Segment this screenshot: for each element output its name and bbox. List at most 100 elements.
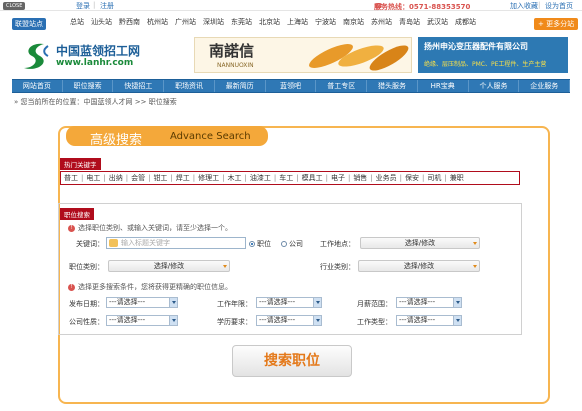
hot-keyword-link[interactable]: 车工 — [279, 173, 293, 183]
education-select[interactable]: ---请选择--- — [256, 315, 322, 326]
city-link[interactable]: 广州站 — [175, 18, 196, 26]
hot-keyword-link[interactable]: 油漆工 — [250, 173, 271, 183]
city-link[interactable]: 黔西南 — [119, 18, 140, 26]
nav-item[interactable]: 蓝领吧 — [266, 80, 317, 92]
industry-select[interactable]: 选择/修改 — [358, 260, 480, 272]
nav-item[interactable]: 职位搜索 — [63, 80, 114, 92]
hot-keyword-link[interactable]: 保安 — [405, 173, 419, 183]
divider: | — [148, 174, 151, 182]
city-link[interactable]: 东莞站 — [231, 18, 252, 26]
hot-keyword-link[interactable]: 司机 — [427, 173, 441, 183]
hot-keyword-link[interactable]: 业务员 — [376, 173, 397, 183]
work-years-select[interactable]: ---请选择--- — [256, 297, 322, 308]
hot-keyword-link[interactable]: 出纳 — [109, 173, 123, 183]
city-link[interactable]: 苏州站 — [371, 18, 392, 26]
nav-item[interactable]: HR宝典 — [418, 80, 469, 92]
radio-icon — [281, 241, 287, 247]
ad-banner-nannuoxin[interactable]: 南諾信 NANNUOXIN — [194, 37, 412, 73]
select-label: 选择/修改 — [404, 239, 436, 247]
tip-more: ! 选择更多搜索条件，您将获得更精确的职位信息。 — [68, 282, 232, 292]
city-link[interactable]: 南京站 — [343, 18, 364, 26]
select-value: ---请选择--- — [109, 298, 146, 306]
hot-keywords-label: 热门关键字 — [60, 158, 101, 170]
hot-keyword-link[interactable]: 电工 — [86, 173, 100, 183]
job-search-label: 职位搜索 — [60, 208, 94, 220]
favorite-link[interactable]: 加入收藏 — [510, 1, 538, 11]
warning-icon: ! — [68, 283, 75, 291]
ad2-subtitle: 绝缘、层压制品、PMC、PE工程件、生产主营 — [424, 61, 547, 68]
hot-keyword-link[interactable]: 木工 — [228, 173, 242, 183]
hotline-text: 服务热线：0571-88353570 — [374, 3, 471, 11]
chevron-down-icon — [453, 316, 461, 325]
keyword-input[interactable]: 输入标题关键字 — [106, 237, 246, 249]
city-link[interactable]: 宁波站 — [315, 18, 336, 26]
select-value: ---请选择--- — [109, 316, 146, 324]
hot-keyword-link[interactable]: 焊工 — [176, 173, 190, 183]
ad1-subtitle: NANNUOXIN — [217, 62, 254, 69]
job-kind-select[interactable]: ---请选择--- — [396, 315, 462, 326]
city-link[interactable]: 深圳站 — [203, 18, 224, 26]
job-type-select[interactable]: 选择/修改 — [108, 260, 230, 272]
city-link[interactable]: 武汉站 — [427, 18, 448, 26]
radio-icon — [249, 241, 255, 247]
keyword-placeholder: 输入标题关键字 — [121, 239, 170, 247]
ad-banner-shenqin[interactable]: 扬州申沁变压器配件有限公司 绝缘、层压制品、PMC、PE工程件、生产主营 — [418, 37, 568, 73]
dropdown-arrow-icon — [223, 265, 227, 268]
register-link[interactable]: 注册 — [100, 1, 114, 11]
nav-item[interactable]: 最新简历 — [215, 80, 266, 92]
select-value: ---请选择--- — [399, 316, 436, 324]
nav-item[interactable]: 快捷招工 — [113, 80, 165, 92]
hot-keyword-link[interactable]: 修理工 — [198, 173, 219, 183]
nav-item[interactable]: 猎头服务 — [367, 80, 418, 92]
radio-company[interactable]: 公司 — [281, 239, 303, 249]
search-jobs-button[interactable]: 搜索职位 — [232, 345, 352, 377]
company-type-label: 公司性质： — [69, 318, 104, 326]
hot-keyword-link[interactable]: 模具工 — [302, 173, 323, 183]
work-place-select[interactable]: 选择/修改 — [360, 237, 480, 249]
hot-keyword-link[interactable]: 兼职 — [450, 173, 464, 183]
city-link[interactable]: 北京站 — [259, 18, 280, 26]
plus-icon: + — [538, 20, 544, 28]
city-link[interactable]: 总站 — [70, 18, 84, 26]
nav-item[interactable]: 个人服务 — [469, 80, 520, 92]
more-cities-label: 更多分站 — [546, 20, 575, 28]
radio-job[interactable]: 职位 — [249, 239, 271, 249]
publish-date-label: 发布日期： — [69, 300, 104, 308]
keyword-label: 关键词： — [76, 240, 104, 248]
login-link[interactable]: 登录 — [76, 1, 90, 11]
publish-date-select[interactable]: ---请选择--- — [106, 297, 178, 308]
tip-required: ! 选择职位类别、或输入关键词，请至少选择一个。 — [68, 223, 232, 233]
nav-item[interactable]: 职场资讯 — [164, 80, 215, 92]
select-value: ---请选择--- — [259, 298, 296, 306]
city-link[interactable]: 成都站 — [455, 18, 476, 26]
city-link[interactable]: 上海站 — [287, 18, 308, 26]
breadcrumb: » 您当前所在的位置：中国蓝领人才网 >> 职位搜索 — [14, 98, 177, 106]
divider: | — [273, 174, 277, 182]
divider: | — [222, 174, 225, 182]
nav-item[interactable]: 网站首页 — [12, 80, 63, 92]
hot-keyword-link[interactable]: 会管 — [131, 173, 145, 183]
city-link[interactable]: 青岛站 — [399, 18, 420, 26]
hot-keyword-link[interactable]: 普工 — [64, 173, 78, 183]
company-type-select[interactable]: ---请选择--- — [106, 315, 178, 326]
hot-keywords-list: 普工 | 电工 | 出纳 | 会管 | 钳工 | 焊工 | 修理工 | 木工 | 油漆工 | 车工 | 模具工 | 电子 | 销… — [60, 171, 520, 185]
divider: | — [399, 174, 403, 182]
city-link[interactable]: 汕头站 — [91, 18, 112, 26]
hot-keyword-link[interactable]: 钳工 — [153, 173, 167, 183]
set-home-link[interactable]: 设为首页 — [545, 1, 573, 11]
site-logo[interactable]: 中国蓝领招工网 www.lanhr.com — [20, 40, 180, 72]
wheat-icon — [309, 44, 409, 71]
edit-icon — [109, 239, 118, 247]
nav-item[interactable]: 企业服务 — [519, 80, 571, 92]
more-cities-button[interactable]: + 更多分站 — [534, 18, 579, 30]
nav-item[interactable]: 普工专区 — [316, 80, 368, 92]
divider: | — [538, 1, 541, 9]
job-type-label: 职位类别： — [69, 263, 104, 271]
work-place-label: 工作地点： — [320, 240, 355, 248]
main-nav: 网站首页 职位搜索 快捷招工 职场资讯 最新简历 蓝领吧 普工专区 猎头服务 HR宝典 个人服务企… — [12, 79, 571, 93]
job-kind-label: 工作类型： — [357, 318, 392, 326]
hot-keyword-link[interactable]: 销售 — [353, 173, 367, 183]
hot-keyword-link[interactable]: 电子 — [331, 173, 345, 183]
salary-select[interactable]: ---请选择--- — [396, 297, 462, 308]
city-link[interactable]: 杭州站 — [147, 18, 168, 26]
